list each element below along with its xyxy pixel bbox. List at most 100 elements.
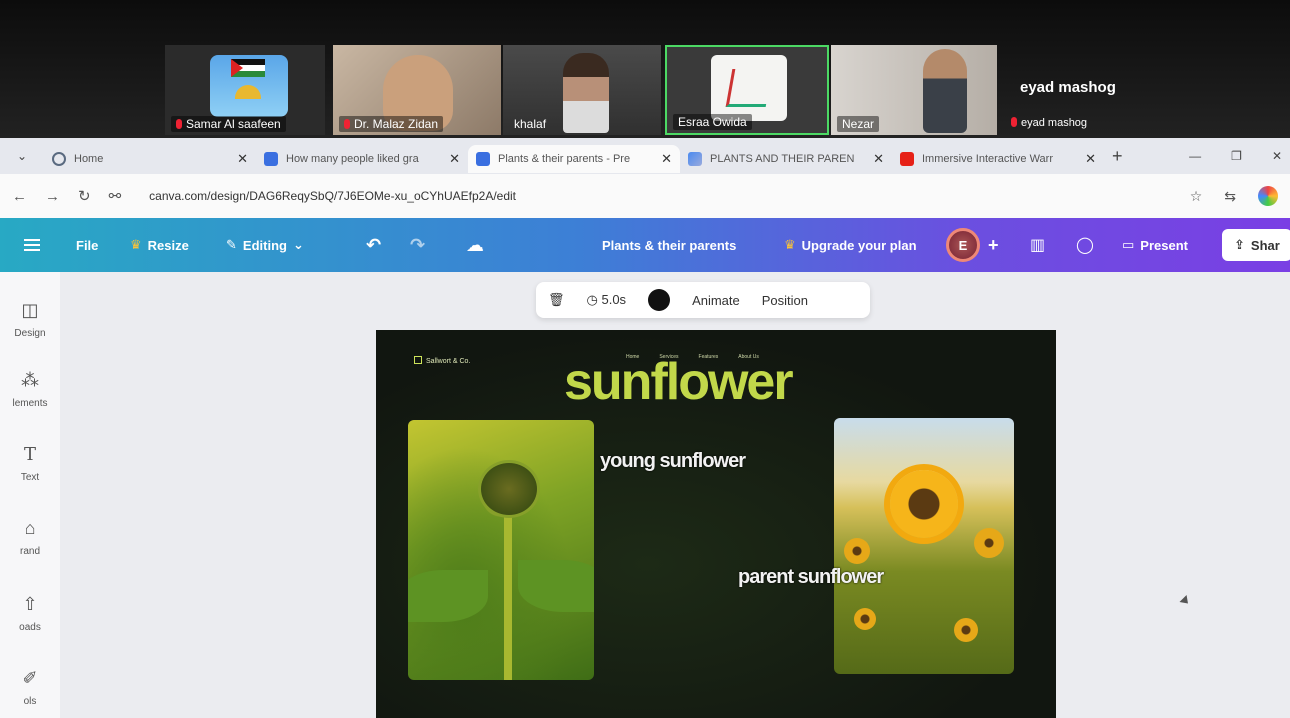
participant-tile[interactable]: khalaf <box>503 45 661 135</box>
tab-plants-doc[interactable]: PLANTS AND THEIR PAREN ✕ <box>680 145 892 173</box>
add-collaborator-icon[interactable]: + <box>988 235 999 256</box>
upgrade-plan-button[interactable]: ♛ Upgrade your plan <box>784 237 917 253</box>
arabic-calligraphy-logo <box>711 55 787 121</box>
participant-tile[interactable]: Nezar <box>831 45 997 135</box>
avatar[interactable]: E <box>946 228 980 262</box>
sidebar-item-design[interactable]: ◫ Design <box>0 300 60 339</box>
participant-tile[interactable]: eyad mashog eyad mashog <box>1000 45 1250 135</box>
profile-icon[interactable] <box>1258 186 1278 206</box>
new-tab-icon[interactable]: + <box>1112 146 1123 167</box>
comment-icon[interactable]: ◯ <box>1076 235 1094 255</box>
young-sunflower-photo[interactable] <box>408 420 594 680</box>
sunflower-head <box>890 470 958 538</box>
home-icon <box>52 152 66 166</box>
tab-graph[interactable]: How many people liked gra ✕ <box>256 145 468 173</box>
minimize-icon[interactable]: — <box>1189 149 1201 163</box>
close-tab-icon[interactable]: ✕ <box>873 151 884 167</box>
participant-video <box>563 53 609 133</box>
elements-icon: ⁂ <box>21 370 39 390</box>
document-title[interactable]: Plants & their parents <box>602 238 736 253</box>
canva-icon <box>264 152 278 166</box>
cloud-saved-icon[interactable]: ☁ <box>466 235 484 256</box>
video-call-strip: Samar Al saafeen Dr. Malaz Zidan khalaf … <box>0 0 1290 138</box>
trash-icon[interactable]: 🗑 <box>548 292 565 308</box>
muted-mic-icon <box>1011 117 1017 127</box>
tab-youtube[interactable]: Immersive Interactive Warr ✕ <box>892 145 1104 173</box>
mouse-cursor <box>1179 594 1192 608</box>
canva-icon <box>476 152 490 166</box>
undo-icon[interactable]: ↶ <box>366 235 381 256</box>
participant-tile[interactable]: Dr. Malaz Zidan <box>333 45 501 135</box>
canva-toolbar: File ♛ Resize ✎ Editing ⌄ ↶ ↷ ☁ Plants & th… <box>0 218 1290 272</box>
tab-plants-active[interactable]: Plants & their parents - Pre ✕ <box>468 145 680 173</box>
duration-button[interactable]: ◷ 5.0s <box>587 292 627 308</box>
canvas-workspace[interactable]: 🗑 ◷ 5.0s Animate Position Sallwort & Co.… <box>60 272 1290 718</box>
present-button[interactable]: ▭ Present <box>1122 237 1188 253</box>
slide-title[interactable]: sunflower <box>564 352 794 412</box>
participant-name: eyad mashog <box>1006 116 1092 130</box>
tab-bar: ⌄ Home ✕ How many people liked gra ✕ Pla… <box>0 138 1290 174</box>
design-slide[interactable]: Sallwort & Co. Home Services Features Ab… <box>376 330 1056 718</box>
young-sunflower-label[interactable]: young sunflower <box>600 450 746 473</box>
translate-icon[interactable]: ⇆ <box>1224 188 1236 205</box>
text-icon: T <box>23 444 36 465</box>
tools-icon: ✐ <box>22 668 38 688</box>
element-context-toolbar: 🗑 ◷ 5.0s Animate Position <box>536 282 870 318</box>
analytics-icon[interactable]: ▥ <box>1030 235 1045 255</box>
forward-icon[interactable]: → <box>45 188 60 205</box>
url-field[interactable]: canva.com/design/DAG6ReqySbQ/7J6EOMe-xu_… <box>149 189 516 203</box>
pencil-icon: ✎ <box>226 237 237 252</box>
reload-icon[interactable]: ↻ <box>78 187 91 205</box>
participant-display-name: eyad mashog <box>1020 79 1116 96</box>
close-tab-icon[interactable]: ✕ <box>237 151 248 167</box>
sidebar-item-elements[interactable]: ⁂ lements <box>0 370 60 409</box>
back-icon[interactable]: ← <box>12 188 27 205</box>
close-tab-icon[interactable]: ✕ <box>1085 151 1096 167</box>
clock-icon: ◷ <box>586 292 598 307</box>
participant-name: Dr. Malaz Zidan <box>339 116 444 132</box>
animate-button[interactable]: Animate <box>692 293 740 308</box>
position-button[interactable]: Position <box>762 293 808 308</box>
crown-icon: ♛ <box>784 237 796 252</box>
share-button[interactable]: ⇪ Shar <box>1222 229 1290 261</box>
left-sidebar: ◫ Design ⁂ lements T Text ⌂ rand ⇧ oads ✐ ols <box>0 272 60 718</box>
sidebar-item-tools[interactable]: ✐ ols <box>0 668 60 707</box>
redo-icon[interactable]: ↷ <box>410 235 425 256</box>
close-tab-icon[interactable]: ✕ <box>449 151 460 167</box>
close-tab-icon[interactable]: ✕ <box>661 151 672 167</box>
participant-name: Esraa Owida <box>673 114 752 130</box>
muted-mic-icon <box>344 119 350 129</box>
share-icon: ⇪ <box>1234 237 1245 252</box>
color-swatch[interactable] <box>648 289 671 311</box>
sidebar-item-brand[interactable]: ⌂ rand <box>0 518 60 557</box>
tab-search-chevron-icon[interactable]: ⌄ <box>0 149 44 163</box>
editing-mode-dropdown[interactable]: ✎ Editing ⌄ <box>226 237 304 253</box>
design-icon: ◫ <box>21 300 39 320</box>
tab-home[interactable]: Home ✕ <box>44 145 256 173</box>
chevron-down-icon: ⌄ <box>292 237 304 252</box>
close-window-icon[interactable]: ✕ <box>1272 149 1282 163</box>
participant-video <box>923 49 967 133</box>
docs-icon <box>688 152 702 166</box>
youtube-icon <box>900 152 914 166</box>
browser-window: ⌄ Home ✕ How many people liked gra ✕ Pla… <box>0 138 1290 718</box>
parent-sunflower-photo[interactable] <box>834 418 1014 674</box>
sidebar-item-uploads[interactable]: ⇧ oads <box>0 594 60 633</box>
resize-button[interactable]: ♛ Resize <box>130 237 189 253</box>
main-menu-icon[interactable] <box>24 239 40 251</box>
parent-sunflower-label[interactable]: parent sunflower <box>738 566 884 589</box>
site-settings-icon[interactable]: ⚯ <box>109 187 122 205</box>
muted-mic-icon <box>176 119 182 129</box>
participant-tile[interactable]: Samar Al saafeen <box>165 45 325 135</box>
sidebar-item-text[interactable]: T Text <box>0 444 60 483</box>
address-bar-actions: ☆ ⇆ <box>1190 186 1278 206</box>
maximize-icon[interactable]: ❐ <box>1231 149 1242 163</box>
participant-name: Samar Al saafeen <box>171 116 286 132</box>
window-controls: — ❐ ✕ <box>1189 149 1290 163</box>
bookmark-star-icon[interactable]: ☆ <box>1190 188 1203 205</box>
palestine-flag-icon <box>231 59 265 77</box>
screen: Samar Al saafeen Dr. Malaz Zidan khalaf … <box>0 0 1290 718</box>
file-menu[interactable]: File <box>76 238 98 253</box>
participant-tile-speaking[interactable]: Esraa Owida <box>665 45 829 135</box>
present-icon: ▭ <box>1122 237 1135 252</box>
